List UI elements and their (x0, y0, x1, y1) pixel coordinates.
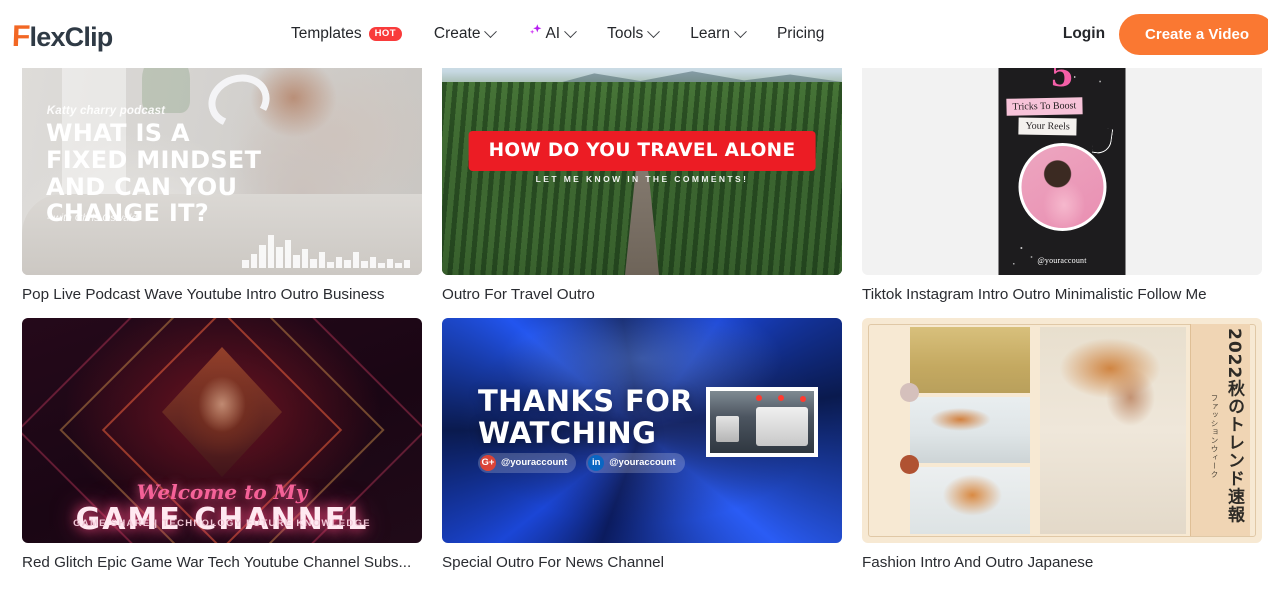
circular-photo (1018, 143, 1106, 231)
news-photo-inset (706, 387, 818, 458)
thumb-line1: Tricks To Boost (1006, 97, 1083, 116)
template-card[interactable]: HOW DO YOU TRAVEL ALONE LET ME KNOW IN T… (442, 68, 842, 306)
social-handles: G+ @youraccount in @youraccount (478, 452, 685, 473)
social-handle-1: @youraccount (501, 457, 568, 469)
thumb-line2: WATCHING (478, 416, 657, 451)
header-actions: Login Create a Video (1049, 0, 1268, 68)
social-pill-google-plus: G+ @youraccount (478, 452, 577, 473)
google-plus-icon: G+ (480, 454, 496, 471)
thumb-number: 5 (1050, 68, 1074, 95)
photo-main-model (1040, 326, 1186, 534)
nav-label-tools: Tools (607, 25, 644, 42)
color-swatch-terracotta (900, 454, 919, 474)
template-title[interactable]: Outro For Travel Outro (442, 285, 842, 306)
template-thumbnail-podcast[interactable]: Katty charry podcast WHAT IS A FIXED MIN… (22, 68, 422, 275)
color-swatch-beige (900, 382, 919, 402)
template-title[interactable]: Special Outro For News Channel (442, 553, 842, 574)
audio-waveform-icon (242, 232, 410, 269)
nav-item-templates[interactable]: Templates HOT (291, 0, 418, 68)
photo-two-women (910, 396, 1030, 464)
flexclip-logo[interactable]: F lexClip (11, 20, 114, 54)
thumb-handle: @youraccount (1037, 256, 1087, 265)
thumb-banner: HOW DO YOU TRAVEL ALONE (468, 131, 816, 171)
thumb-kicker: Katty charry podcast (46, 105, 166, 118)
nav-label-ai: AI (545, 25, 561, 42)
thumb-line2: Your Reels (1018, 117, 1077, 136)
template-card[interactable]: 2022秋のトレンド速報 ファッションウィーク Fashion Intro An… (862, 317, 1262, 574)
nav-item-pricing[interactable]: Pricing (761, 0, 840, 68)
sparkle-icon (527, 23, 544, 45)
template-thumbnail-news[interactable]: THANKS FOR WATCHING G+ @youraccount in @… (442, 317, 842, 543)
template-card[interactable]: Welcome to My GAME CHANNEL GAME SHARE | … (22, 317, 422, 574)
social-handle-2: @youraccount (609, 457, 676, 469)
template-title[interactable]: Red Glitch Epic Game War Tech Youtube Ch… (22, 553, 422, 574)
thumb-subtitle: LET ME KNOW IN THE COMMENTS! (535, 173, 749, 184)
template-thumbnail-tiktok[interactable]: 5 Tricks To Boost Your Reels @youraccoun… (862, 68, 1262, 275)
traffic-light-shape (755, 394, 762, 401)
template-title[interactable]: Pop Live Podcast Wave Youtube Intro Outr… (22, 285, 422, 306)
template-thumbnail-travel[interactable]: HOW DO YOU TRAVEL ALONE LET ME KNOW IN T… (442, 68, 842, 275)
photo-column-left (910, 326, 1030, 534)
template-card[interactable]: THANKS FOR WATCHING G+ @youraccount in @… (442, 317, 842, 574)
login-link[interactable]: Login (1049, 25, 1119, 43)
template-thumbnail-game[interactable]: Welcome to My GAME CHANNEL GAME SHARE | … (22, 317, 422, 543)
logo-f-mark: F (11, 20, 31, 53)
thumb-line1: THANKS FOR (478, 384, 694, 419)
japanese-text-rail: 2022秋のトレンド速報 ファッションウィーク (1190, 324, 1250, 536)
template-title[interactable]: Fashion Intro And Outro Japanese (862, 553, 1262, 574)
chevron-down-icon (647, 24, 661, 38)
social-pill-linkedin: in @youraccount (586, 452, 685, 473)
thumb-tagline: GAME SHARE | TECHNOLOGY FUTURE KNOWLEDGE (73, 518, 371, 530)
template-thumbnail-fashion[interactable]: 2022秋のトレンド速報 ファッションウィーク (862, 317, 1262, 543)
thumb-jp-subtitle: ファッションウィーク (1210, 394, 1219, 480)
template-grid-area: Katty charry podcast WHAT IS A FIXED MIN… (0, 68, 1268, 606)
nav-label-learn: Learn (690, 25, 730, 42)
chevron-down-icon (564, 24, 577, 38)
linkedin-icon: in (588, 454, 605, 471)
template-card[interactable]: 5 Tricks To Boost Your Reels @youraccoun… (862, 68, 1262, 306)
logo-text: lexClip (29, 22, 114, 52)
site-header: F lexClip Templates HOT Create AI Tools (0, 0, 1268, 68)
template-grid: Katty charry podcast WHAT IS A FIXED MIN… (22, 68, 1262, 574)
nav-label-create: Create (433, 25, 481, 42)
photo-parasol-woman (910, 467, 1030, 534)
nav-item-tools[interactable]: Tools (591, 0, 674, 68)
chevron-down-icon (734, 24, 747, 38)
news-van-shape (755, 407, 808, 446)
nav-item-learn[interactable]: Learn (674, 0, 761, 68)
thumb-headline: THANKS FOR WATCHING (478, 385, 693, 450)
template-title[interactable]: Tiktok Instagram Intro Outro Minimalisti… (862, 285, 1262, 306)
thumb-byline: - with Chris Oswald (46, 212, 138, 224)
template-card[interactable]: Katty charry podcast WHAT IS A FIXED MIN… (22, 68, 422, 306)
photo-wheat-field (910, 326, 1030, 393)
create-a-video-button[interactable]: Create a Video (1119, 13, 1268, 55)
chevron-down-icon (484, 24, 498, 38)
hot-badge: HOT (368, 26, 402, 42)
thumb-script-text: Welcome to My (136, 479, 308, 504)
main-navigation: Templates HOT Create AI Tools Learn Pric… (291, 0, 840, 68)
nav-item-ai[interactable]: AI (511, 0, 591, 68)
nav-label-templates: Templates (291, 25, 362, 42)
nav-label-pricing: Pricing (776, 25, 825, 42)
vehicle-shape-small (716, 416, 740, 443)
nav-item-create[interactable]: Create (418, 0, 512, 68)
thumb-jp-headline: 2022秋のトレンド速報 (1224, 328, 1244, 524)
vertical-canvas: 5 Tricks To Boost Your Reels @youraccoun… (998, 68, 1126, 275)
